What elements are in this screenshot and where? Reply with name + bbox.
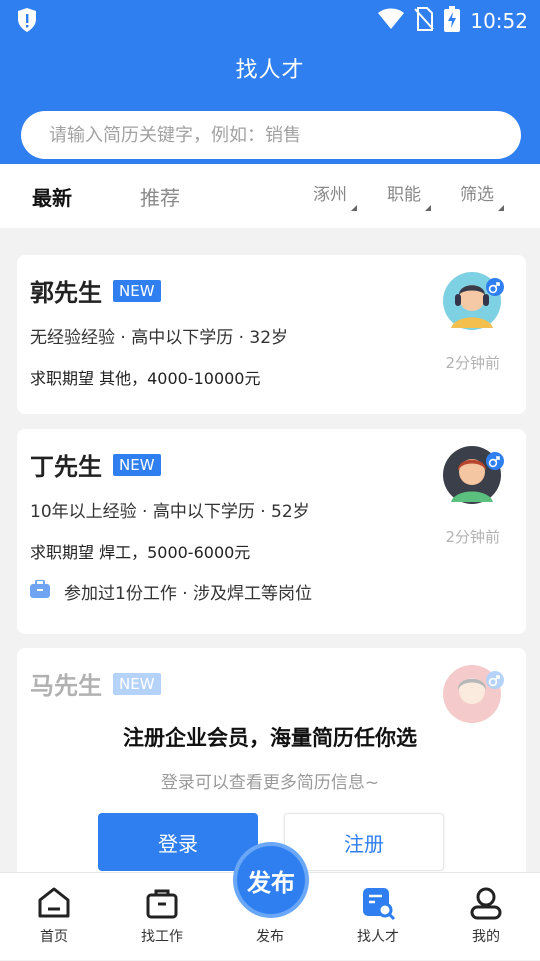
tab-recommend[interactable]: 推荐: [140, 182, 180, 211]
more-filter[interactable]: 筛选: [460, 180, 504, 211]
work-experience-text: 参加过1份工作 · 涉及焊工等岗位: [64, 584, 313, 604]
home-icon: [38, 887, 70, 918]
new-badge: NEW: [113, 454, 161, 476]
candidate-info: 无经验经验 · 高中以下学历 · 32岁: [30, 328, 289, 348]
nav-find-talent-label: 找人才: [357, 929, 399, 945]
dropdown-corner-icon: [425, 205, 431, 211]
header: 找人才: [0, 40, 540, 164]
nav-mine[interactable]: 我的: [432, 873, 540, 961]
user-icon: [470, 887, 502, 920]
status-bar: 10:52: [0, 0, 540, 40]
shield-alert-icon: [16, 7, 38, 37]
resume-card[interactable]: 丁先生 NEW 10年以上经验 · 高中以下学历 · 52岁 求职期望 焊工，5…: [17, 429, 526, 634]
location-filter-label: 涿州: [313, 185, 347, 205]
job-expectation: 求职期望 其他，4000-10000元: [30, 369, 261, 388]
no-sim-icon: [414, 7, 435, 35]
post-time: 2分钟前: [445, 528, 500, 546]
register-button[interactable]: 注册: [284, 813, 444, 871]
candidate-name: 郭先生: [30, 279, 102, 307]
nav-home-label: 首页: [40, 929, 68, 945]
avatar: [443, 270, 504, 330]
new-badge: NEW: [113, 673, 161, 695]
new-badge: NEW: [113, 280, 161, 302]
wifi-icon: [378, 8, 405, 34]
nav-find-job[interactable]: 找工作: [108, 873, 216, 961]
post-time: 2分钟前: [445, 354, 500, 372]
work-experience-row: 参加过1份工作 · 涉及焊工等岗位: [30, 579, 312, 604]
publish-fab-button[interactable]: 发布: [237, 846, 305, 914]
clock: 10:52: [470, 9, 528, 33]
nav-find-job-label: 找工作: [141, 929, 183, 945]
avatar: [443, 444, 504, 504]
briefcase-outline-icon: [146, 889, 178, 919]
dropdown-corner-icon: [498, 205, 504, 211]
job-filter-label: 职能: [387, 185, 421, 205]
candidate-info: 10年以上经验 · 高中以下学历 · 52岁: [30, 502, 310, 522]
dropdown-corner-icon: [351, 205, 357, 211]
nav-find-talent[interactable]: 找人才: [324, 873, 432, 961]
login-prompt-headline: 注册企业会员，海量简历任你选: [123, 726, 417, 750]
search-box[interactable]: [21, 111, 521, 159]
battery-charging-icon: [444, 6, 461, 36]
resume-card[interactable]: 郭先生 NEW 无经验经验 · 高中以下学历 · 32岁 求职期望 其他，400…: [17, 255, 526, 414]
job-filter[interactable]: 职能: [387, 180, 431, 211]
nav-mine-label: 我的: [472, 929, 500, 945]
search-input[interactable]: [49, 111, 509, 159]
location-filter[interactable]: 涿州: [313, 180, 357, 211]
talent-search-icon: [363, 888, 396, 921]
candidate-name: 丁先生: [30, 453, 102, 481]
candidate-name: 马先生: [30, 672, 102, 700]
nav-publish-label: 发布: [256, 929, 284, 945]
filter-bar: 最新 推荐 涿州 职能 筛选: [0, 164, 540, 228]
job-expectation: 求职期望 焊工，5000-6000元: [30, 543, 251, 562]
login-button[interactable]: 登录: [98, 813, 258, 871]
login-prompt-subtitle: 登录可以查看更多简历信息~: [160, 773, 380, 793]
nav-home[interactable]: 首页: [0, 873, 108, 961]
more-filter-label: 筛选: [460, 185, 494, 205]
page-title: 找人才: [235, 58, 305, 83]
briefcase-icon: [30, 579, 50, 603]
tab-latest[interactable]: 最新: [32, 182, 72, 211]
